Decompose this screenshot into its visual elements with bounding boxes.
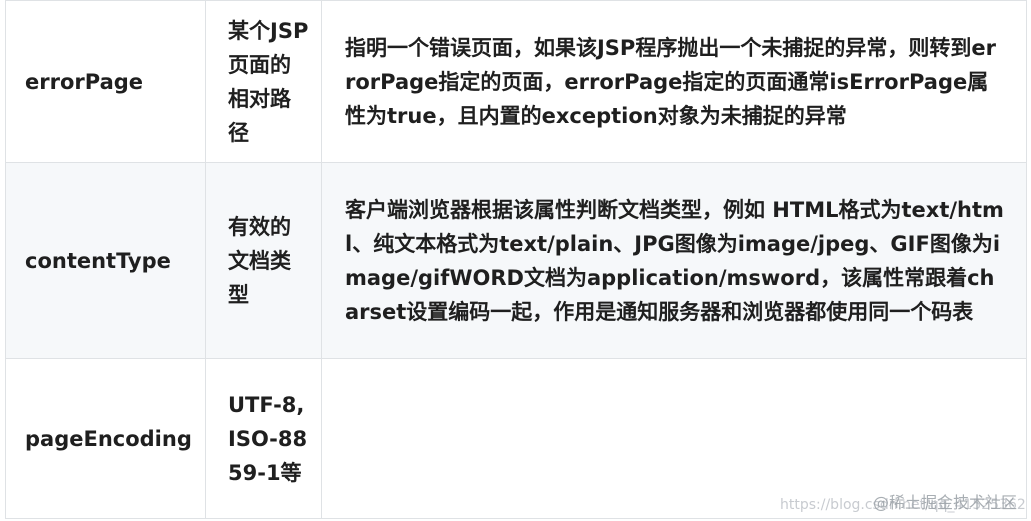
attribute-description-cell: 客户端浏览器根据该属性判断文档类型，例如 HTML格式为text/html、纯文…: [321, 162, 1027, 359]
attribute-name-cell: contentType: [5, 162, 206, 359]
watermark-site: @稀土掘金技术社区: [872, 493, 1017, 512]
attribute-value-cell: 某个JSP页面的相对路径: [205, 0, 322, 163]
attribute-value-cell: 有效的文档类型: [205, 162, 322, 359]
table-row: contentType 有效的文档类型 客户端浏览器根据该属性判断文档类型，例如…: [5, 162, 1027, 359]
attribute-description-cell: 指明一个错误页面，如果该JSP程序抛出一个未捕捉的异常，则转到errorPage…: [321, 0, 1027, 163]
attribute-table: errorPage 某个JSP页面的相对路径 指明一个错误页面，如果该JSP程序…: [5, 0, 1027, 519]
attribute-value-cell: UTF-8,ISO-8859-1等: [205, 358, 322, 519]
attribute-name-cell: pageEncoding: [5, 358, 206, 519]
table-row: errorPage 某个JSP页面的相对路径 指明一个错误页面，如果该JSP程序…: [5, 0, 1027, 163]
attribute-name-cell: errorPage: [5, 0, 206, 163]
